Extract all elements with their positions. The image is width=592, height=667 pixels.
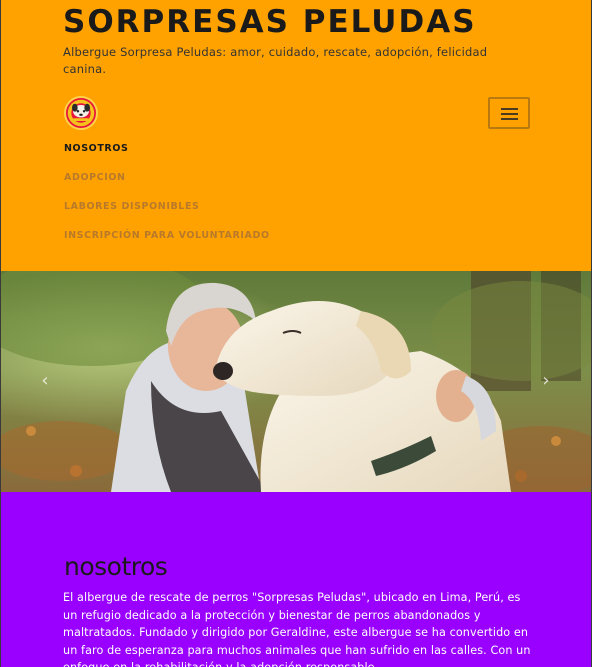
site-header: SORPRESAS PELUDAS Albergue Sorpresa Pelu…	[1, 0, 591, 271]
menu-bar	[501, 108, 518, 110]
nav-link-nosotros[interactable]: NOSOTROS	[64, 143, 270, 155]
nav-item-labores: LABORES DISPONIBLES	[64, 201, 270, 230]
site-title[interactable]: SORPRESAS PELUDAS	[63, 4, 477, 40]
menu-bar	[501, 113, 518, 115]
site-tagline: Albergue Sorpresa Peludas: amor, cuidado…	[63, 45, 488, 76]
nav-link-inscripcion-voluntariado[interactable]: INSCRIPCIÓN PARA VOLUNTARIADO	[64, 230, 270, 242]
dog-logo-icon[interactable]	[64, 96, 98, 130]
hero-carousel: ‹ ›	[1, 271, 591, 492]
menu-bar	[501, 118, 518, 120]
section-heading: nosotros	[64, 552, 168, 581]
about-paragraph: El albergue de rescate de perros "Sorpre…	[63, 591, 531, 667]
main-nav: NOSOTROS ADOPCION LABORES DISPONIBLES IN…	[64, 143, 270, 259]
nav-item-voluntariado: INSCRIPCIÓN PARA VOLUNTARIADO	[64, 230, 270, 259]
nav-link-labores-disponibles[interactable]: LABORES DISPONIBLES	[64, 201, 270, 213]
hamburger-menu-icon[interactable]	[488, 97, 530, 129]
chevron-right-icon[interactable]: ›	[536, 369, 556, 393]
chevron-left-icon[interactable]: ‹	[35, 369, 55, 393]
about-section: nosotros El albergue de rescate de perro…	[1, 492, 591, 667]
nav-item-nosotros: NOSOTROS	[64, 143, 270, 172]
woman-hugging-dog-photo	[1, 271, 591, 492]
nav-link-adopcion[interactable]: ADOPCION	[64, 172, 270, 184]
nav-item-adopcion: ADOPCION	[64, 172, 270, 201]
